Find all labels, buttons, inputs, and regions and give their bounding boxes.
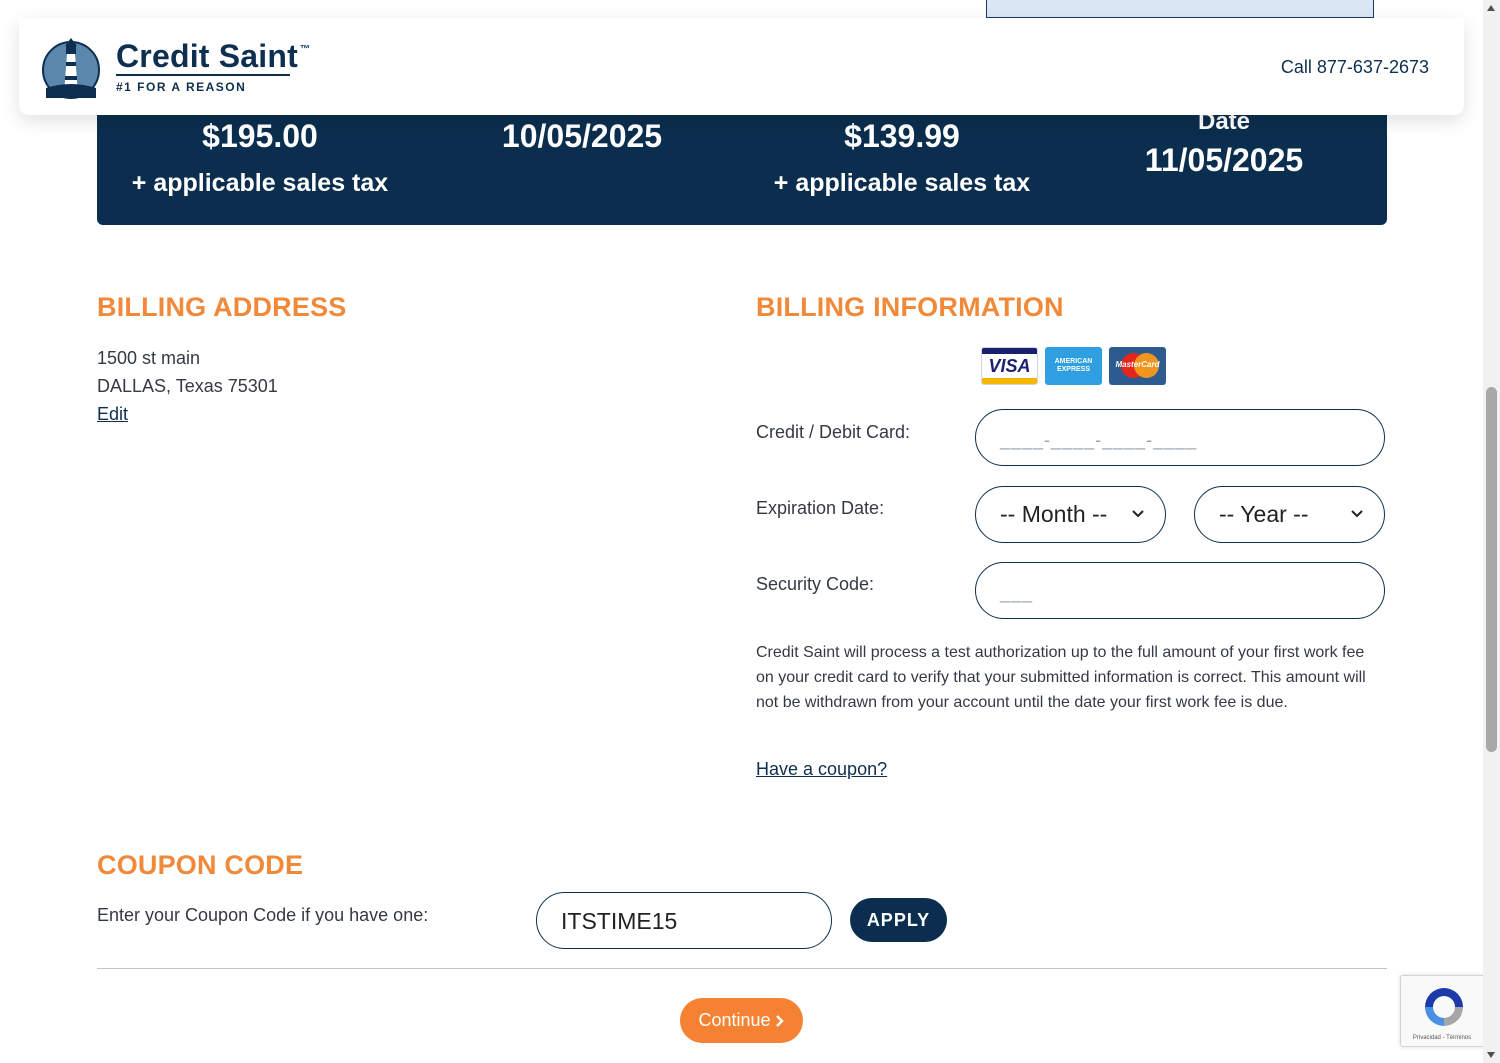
accepted-cards: VISA AMERICAN EXPRESS MasterCard bbox=[981, 347, 1166, 385]
recaptcha-icon bbox=[1425, 988, 1463, 1026]
scroll-up-arrow-icon[interactable] bbox=[1487, 5, 1495, 11]
coupon-code-title: COUPON CODE bbox=[97, 850, 304, 880]
card-number-input[interactable]: ____-____-____-____ bbox=[975, 409, 1385, 466]
recaptcha-footer[interactable]: Privacidad - Términos bbox=[1401, 1035, 1483, 1041]
coupon-code-value: ITSTIME15 bbox=[561, 908, 678, 934]
expiration-date-label: Expiration Date: bbox=[756, 498, 885, 518]
coupon-code-input[interactable]: ITSTIME15 bbox=[536, 892, 832, 949]
card-number-label: Credit / Debit Card: bbox=[756, 422, 911, 442]
brand-underline bbox=[116, 74, 290, 76]
section-divider bbox=[97, 968, 1387, 969]
visa-card-icon: VISA bbox=[981, 347, 1038, 385]
site-header: Credit Saint ™ #1 FOR A REASON Call 877-6… bbox=[19, 18, 1464, 115]
security-code-label: Security Code: bbox=[756, 574, 875, 594]
monthly-fee-tax-note: + applicable sales tax bbox=[773, 169, 1031, 197]
security-code-input[interactable]: ___ bbox=[975, 562, 1385, 619]
coupon-code-label: Enter your Coupon Code if you have one: bbox=[97, 905, 429, 925]
first-fee-date: 10/05/2025 bbox=[501, 118, 663, 154]
amex-card-icon: AMERICAN EXPRESS bbox=[1045, 347, 1102, 385]
year-selected-value: -- Year -- bbox=[1219, 501, 1309, 527]
first-fee-column: $195.00 + applicable sales tax bbox=[125, 118, 395, 198]
chevron-right-icon bbox=[775, 1014, 784, 1027]
security-code-placeholder: ___ bbox=[1000, 583, 1034, 603]
authorization-note: Credit Saint will process a test authori… bbox=[756, 644, 1366, 711]
top-banner-box bbox=[986, 0, 1374, 18]
page-scrollbar[interactable] bbox=[1483, 0, 1500, 1063]
monthly-fee-amount: $139.99 bbox=[844, 118, 960, 154]
scrollbar-thumb[interactable] bbox=[1486, 387, 1497, 752]
phone-link[interactable]: Call 877-637-2673 bbox=[1281, 57, 1429, 78]
card-number-placeholder: ____-____-____-____ bbox=[1000, 430, 1198, 450]
payment-summary-band: $195.00 + applicable sales tax 10/05/202… bbox=[97, 108, 1387, 225]
expiration-year-select[interactable]: -- Year -- bbox=[1194, 486, 1385, 543]
coupon-link-wrapper: Have a coupon? bbox=[756, 759, 887, 780]
monthly-fee-column: $139.99 + applicable sales tax bbox=[767, 118, 1037, 198]
first-fee-date-column: 10/05/2025 bbox=[477, 118, 687, 155]
recaptcha-badge[interactable]: Privacidad - Términos bbox=[1400, 975, 1483, 1047]
next-date-column: Date 11/05/2025 bbox=[1119, 108, 1329, 179]
expiration-month-select[interactable]: -- Month -- bbox=[975, 486, 1166, 543]
address-edit-wrapper: Edit bbox=[97, 404, 128, 425]
first-fee-amount: $195.00 bbox=[202, 118, 318, 154]
address-line-1: 1500 st main bbox=[97, 348, 201, 368]
next-date-value: 11/05/2025 bbox=[1144, 142, 1304, 178]
apply-coupon-button[interactable]: APPLY bbox=[850, 898, 947, 942]
edit-address-link[interactable]: Edit bbox=[97, 404, 128, 424]
first-fee-tax-note: + applicable sales tax bbox=[131, 169, 389, 197]
brand-name[interactable]: Credit Saint ™ bbox=[116, 38, 310, 75]
trademark-symbol: ™ bbox=[299, 44, 311, 55]
scroll-down-arrow-icon[interactable] bbox=[1487, 1052, 1495, 1058]
brand-tagline: #1 FOR A REASON bbox=[116, 80, 247, 94]
chevron-down-icon bbox=[1351, 510, 1363, 518]
have-coupon-link[interactable]: Have a coupon? bbox=[756, 759, 887, 779]
billing-address-title: BILLING ADDRESS bbox=[97, 292, 347, 322]
chevron-down-icon bbox=[1132, 510, 1144, 518]
lighthouse-logo-icon[interactable] bbox=[42, 34, 100, 100]
continue-label: Continue bbox=[698, 1010, 771, 1030]
mastercard-card-icon: MasterCard bbox=[1109, 347, 1166, 385]
month-selected-value: -- Month -- bbox=[1000, 501, 1108, 527]
billing-information-title: BILLING INFORMATION bbox=[756, 292, 1064, 322]
continue-button[interactable]: Continue bbox=[680, 998, 803, 1043]
address-line-2: DALLAS, Texas 75301 bbox=[97, 376, 278, 396]
